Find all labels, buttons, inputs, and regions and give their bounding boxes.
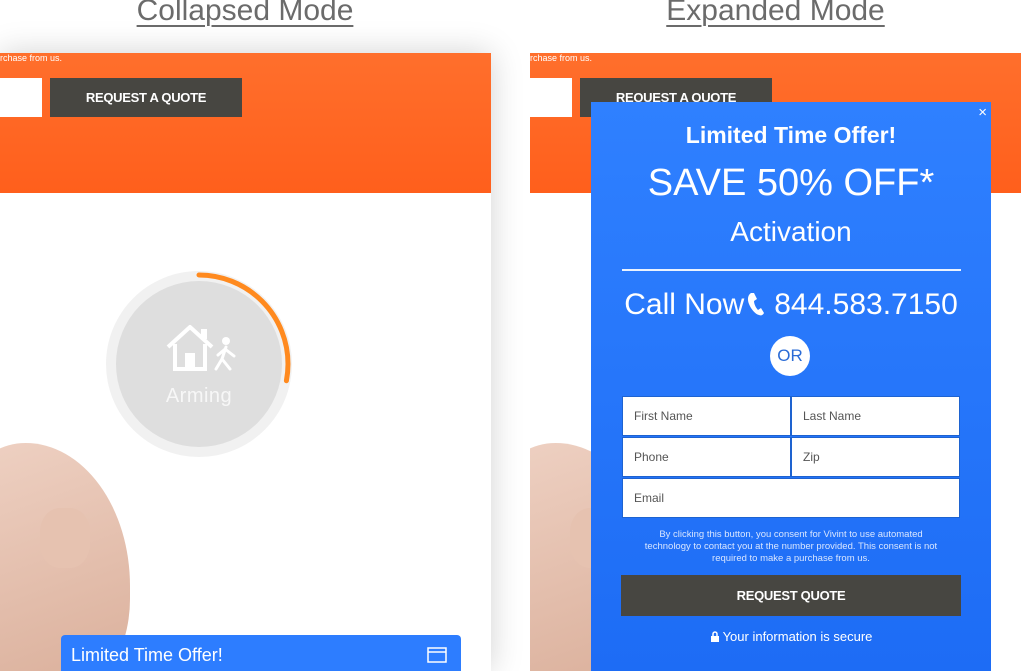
house-person-icon: [166, 325, 236, 371]
offer-modal: × Limited Time Offer! SAVE 50% OFF* Acti…: [591, 102, 991, 671]
collapsed-mode-title: Collapsed Mode: [136, 0, 354, 27]
zip-field[interactable]: Zip: [791, 437, 960, 477]
header-zip-input[interactable]: [0, 78, 42, 117]
consent-text: By clicking this button, you consent for…: [644, 529, 938, 564]
call-now-line: Call Now 844.583.7150: [591, 288, 991, 322]
phone-number-link[interactable]: 844.583.7150: [774, 288, 958, 321]
expanded-mode-title: Expanded Mode: [666, 0, 885, 27]
email-field[interactable]: Email: [622, 478, 960, 518]
offer-kicker: Limited Time Offer!: [685, 122, 897, 148]
collapsed-mode-panel: rchase from us. REQUEST A QUOTE Arming L…: [0, 53, 491, 671]
site-header: rchase from us. REQUEST A QUOTE: [0, 53, 491, 193]
arming-status-label: Arming: [165, 385, 233, 407]
phone-icon: [748, 293, 765, 316]
header-consent-snippet: rchase from us.: [530, 53, 593, 63]
offer-headline: SAVE 50% OFF*: [647, 162, 935, 204]
last-name-field[interactable]: Last Name: [791, 396, 960, 436]
expand-window-icon[interactable]: [427, 647, 447, 663]
comparison-canvas: Collapsed Mode Expanded Mode rchase from…: [0, 0, 1021, 671]
modal-divider: [622, 269, 961, 271]
collapsed-offer-title: Limited Time Offer!: [71, 645, 223, 665]
lock-icon: [710, 631, 719, 642]
offer-subheadline: Activation: [730, 216, 852, 247]
first-name-field[interactable]: First Name: [622, 396, 791, 436]
hand-finger-image: [40, 508, 90, 568]
call-now-label: Call Now: [624, 288, 745, 321]
header-consent-snippet: rchase from us.: [0, 53, 63, 63]
request-a-quote-button[interactable]: REQUEST A QUOTE: [50, 78, 242, 117]
close-icon[interactable]: ×: [978, 104, 987, 122]
request-quote-button[interactable]: REQUEST QUOTE: [621, 575, 961, 616]
secure-note: Your information is secure: [591, 629, 991, 644]
collapsed-offer-bar[interactable]: Limited Time Offer!: [61, 635, 461, 671]
secure-note-text: Your information is secure: [722, 629, 873, 644]
or-badge: OR: [770, 336, 810, 376]
header-zip-input[interactable]: [530, 78, 572, 117]
phone-field[interactable]: Phone: [622, 437, 791, 477]
arming-widget: Arming: [106, 271, 292, 457]
